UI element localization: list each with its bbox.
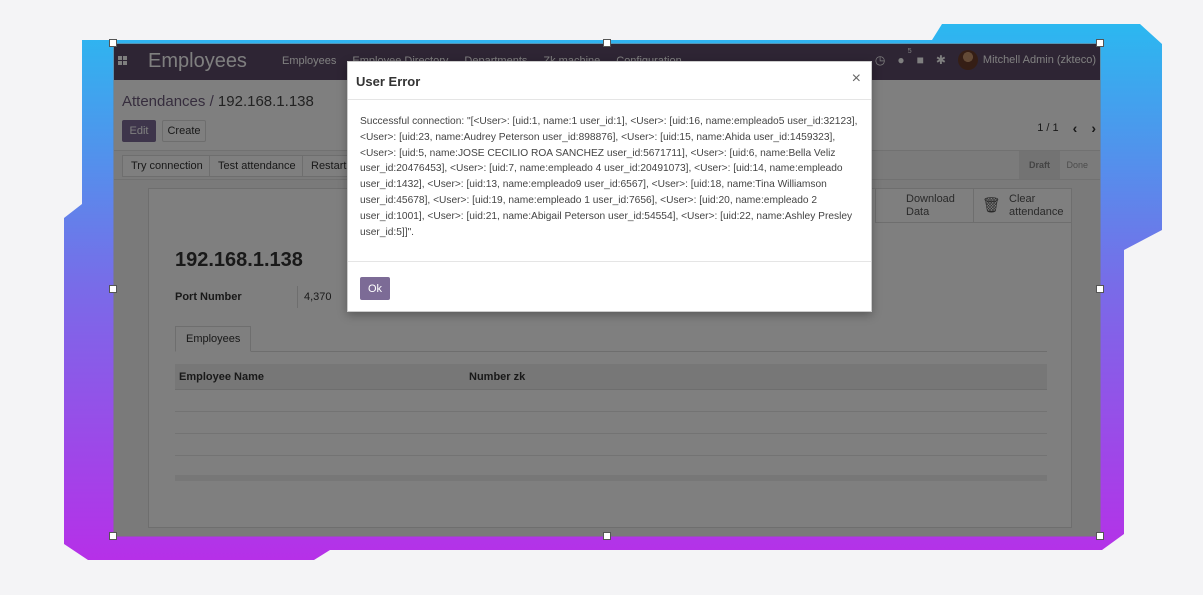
resize-handle[interactable] — [1096, 285, 1104, 293]
dialog-header: User Error × — [348, 62, 871, 100]
dialog-footer: Ok — [348, 261, 871, 313]
resize-handle[interactable] — [109, 532, 117, 540]
resize-handle[interactable] — [109, 285, 117, 293]
dialog-title: User Error — [356, 74, 421, 89]
resize-handle[interactable] — [1096, 532, 1104, 540]
ok-button[interactable]: Ok — [360, 277, 390, 300]
resize-handle[interactable] — [109, 39, 117, 47]
resize-handle[interactable] — [603, 532, 611, 540]
user-error-dialog: User Error × Successful connection: "[<U… — [347, 61, 872, 312]
close-icon[interactable]: × — [852, 70, 861, 88]
resize-handle[interactable] — [1096, 39, 1104, 47]
resize-handle[interactable] — [603, 39, 611, 47]
dialog-message: Successful connection: "[<User>: [uid:1,… — [360, 116, 858, 238]
